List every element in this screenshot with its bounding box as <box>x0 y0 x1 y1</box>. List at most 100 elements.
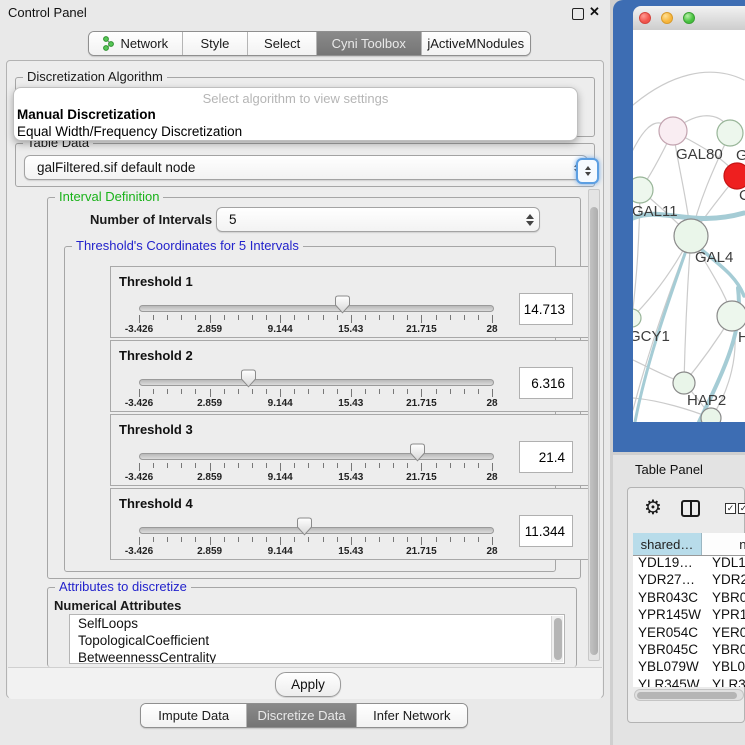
table-row[interactable]: YBL079W YBL0… <box>633 659 745 676</box>
minimize-traffic-light-icon[interactable] <box>661 12 673 24</box>
network-node-h[interactable] <box>717 301 745 331</box>
cell-name[interactable]: YLR3… <box>712 677 745 687</box>
tab-cyni-toolbox[interactable]: Cyni Toolbox <box>316 32 421 55</box>
slider-tick <box>450 463 451 468</box>
table-horizontal-scrollbar[interactable] <box>634 689 744 701</box>
cell-name[interactable]: YBL0… <box>712 659 745 674</box>
number-of-intervals-label: Number of Intervals <box>90 212 212 227</box>
cell-name[interactable]: YDL1… <box>712 555 745 570</box>
cell-shared-name[interactable]: YLR345W <box>638 677 700 687</box>
content-scrollbar-thumb[interactable] <box>590 207 598 655</box>
numerical-attributes-list[interactable]: SelfLoopsTopologicalCoefficientBetweenne… <box>69 614 565 664</box>
attribute-list-item[interactable]: BetweennessCentrality <box>70 649 564 664</box>
tab-discretize-data[interactable]: Discretize Data <box>246 704 355 727</box>
network-node-gal80[interactable] <box>659 117 687 145</box>
network-node-gal11[interactable] <box>633 177 653 203</box>
tab-jactivemnodules[interactable]: jActiveMNodules <box>421 32 531 55</box>
threshold-4-value-field[interactable]: 11.344 <box>519 515 573 547</box>
threshold-1-value-field[interactable]: 14.713 <box>519 293 573 325</box>
cell-shared-name[interactable]: YPR145W <box>638 607 701 622</box>
slider-tick <box>224 463 225 468</box>
table-row[interactable]: YDR27… YDR2… <box>633 572 745 589</box>
apply-button[interactable]: Apply <box>275 672 341 697</box>
threshold-2-value-field[interactable]: 6.316 <box>519 367 573 399</box>
network-node-label: GAL11 <box>633 203 678 220</box>
close-traffic-light-icon[interactable] <box>639 12 651 24</box>
cell-name[interactable]: YPR1… <box>712 607 745 622</box>
gear-icon[interactable]: ⚙ <box>644 498 662 518</box>
content-scrollbar[interactable] <box>588 189 600 661</box>
table-row[interactable]: YER054C YER0… <box>633 625 745 642</box>
threshold-3-slider-thumb[interactable] <box>409 443 426 462</box>
threshold-1-slider-thumb[interactable] <box>334 295 351 314</box>
threshold-3-value-field[interactable]: 21.4 <box>519 441 573 473</box>
table-row[interactable]: YDL19… YDL1… <box>633 555 745 572</box>
slider-tick-label: 15.43 <box>338 398 363 409</box>
table-row[interactable]: YBR043C YBR0… <box>633 590 745 607</box>
slider-tick <box>492 537 493 545</box>
threshold-2-slider-track[interactable] <box>139 379 494 386</box>
table-data-combo[interactable]: galFiltered.sif default node <box>24 155 588 180</box>
zoom-traffic-light-icon[interactable] <box>683 12 695 24</box>
attributes-scrollbar[interactable] <box>551 616 563 662</box>
threshold-3-slider-track[interactable] <box>139 453 494 460</box>
slider-tick <box>280 389 281 397</box>
cell-name[interactable]: YER0… <box>712 625 745 640</box>
slider-tick-label: -3.426 <box>125 472 153 483</box>
slider-tick <box>280 463 281 471</box>
table-row[interactable]: YBR045C YBR0… <box>633 642 745 659</box>
cell-shared-name[interactable]: YBR043C <box>638 590 698 605</box>
float-window-icon[interactable] <box>572 8 584 20</box>
checkbox-icon[interactable]: ✓ <box>738 503 745 514</box>
algorithm-option-manual[interactable]: Manual Discretization <box>16 107 577 123</box>
node-attribute-table[interactable]: shared… na YDL19… YDL1… YDR27… YDR2… YBR043C… <box>633 533 745 687</box>
network-window-titlebar[interactable] <box>633 6 745 31</box>
network-edge <box>633 72 744 105</box>
table-header-row: shared… na <box>633 533 745 556</box>
table-data-group: Table Data galFiltered.sif default node <box>15 143 595 187</box>
cell-name[interactable]: YBR0… <box>712 642 745 657</box>
cell-shared-name[interactable]: YBR045C <box>638 642 698 657</box>
table-row[interactable]: YPR145W YPR1… <box>633 607 745 624</box>
cell-shared-name[interactable]: YER054C <box>638 625 698 640</box>
cell-shared-name[interactable]: YDR27… <box>638 572 695 587</box>
cell-shared-name[interactable]: YBL079W <box>638 659 699 674</box>
tab-network[interactable]: Network <box>89 32 182 55</box>
attribute-list-item[interactable]: TopologicalCoefficient <box>70 632 564 649</box>
tab-impute-data[interactable]: Impute Data <box>141 704 246 727</box>
tab-style[interactable]: Style <box>182 32 248 55</box>
scrollbar-thumb[interactable] <box>554 618 562 660</box>
column-header-name[interactable]: na <box>702 533 745 555</box>
column-header-shared[interactable]: shared… <box>633 533 702 555</box>
cell-name[interactable]: YBR0… <box>712 590 745 605</box>
slider-tick <box>224 315 225 320</box>
network-node[interactable] <box>701 408 721 422</box>
algorithm-placeholder-option[interactable]: Select algorithm to view settings <box>14 91 577 106</box>
threshold-4-slider-track[interactable] <box>139 527 494 534</box>
network-canvas[interactable]: GAL80GCGAL11GAL4GCY1HHAP2 <box>633 30 745 422</box>
table-row[interactable]: YLR345W YLR3… <box>633 677 745 687</box>
slider-tick-label: 28 <box>486 546 497 557</box>
cell-name[interactable]: YDR2… <box>712 572 745 587</box>
tab-infer-network[interactable]: Infer Network <box>356 704 467 727</box>
scrollbar-thumb[interactable] <box>637 692 737 699</box>
checkbox-icon[interactable]: ✓ <box>725 503 736 514</box>
tab-select[interactable]: Select <box>247 32 316 55</box>
algorithm-option-equal-width[interactable]: Equal Width/Frequency Discretization <box>16 124 577 140</box>
threshold-1-slider-track[interactable] <box>139 305 494 312</box>
network-node-c[interactable] <box>724 163 745 189</box>
slider-tick-label: 9.144 <box>268 472 293 483</box>
threshold-2-slider-thumb[interactable] <box>240 369 257 388</box>
close-icon[interactable]: ✕ <box>589 4 600 20</box>
network-node-gcy1[interactable] <box>633 309 641 327</box>
attribute-list-item[interactable]: SelfLoops <box>70 615 564 632</box>
network-node-gal4[interactable] <box>674 219 708 253</box>
network-node-hap2[interactable] <box>673 372 695 394</box>
network-node-g[interactable] <box>717 120 743 146</box>
threshold-4-slider-thumb[interactable] <box>296 517 313 536</box>
cell-shared-name[interactable]: YDL19… <box>638 555 693 570</box>
number-of-intervals-combo[interactable]: 5 <box>216 207 540 232</box>
cyni-toolbox-content: Discretization Algorithm Select algorith… <box>6 60 604 698</box>
algorithm-combo-button[interactable] <box>576 158 599 184</box>
split-columns-icon[interactable] <box>681 500 700 517</box>
